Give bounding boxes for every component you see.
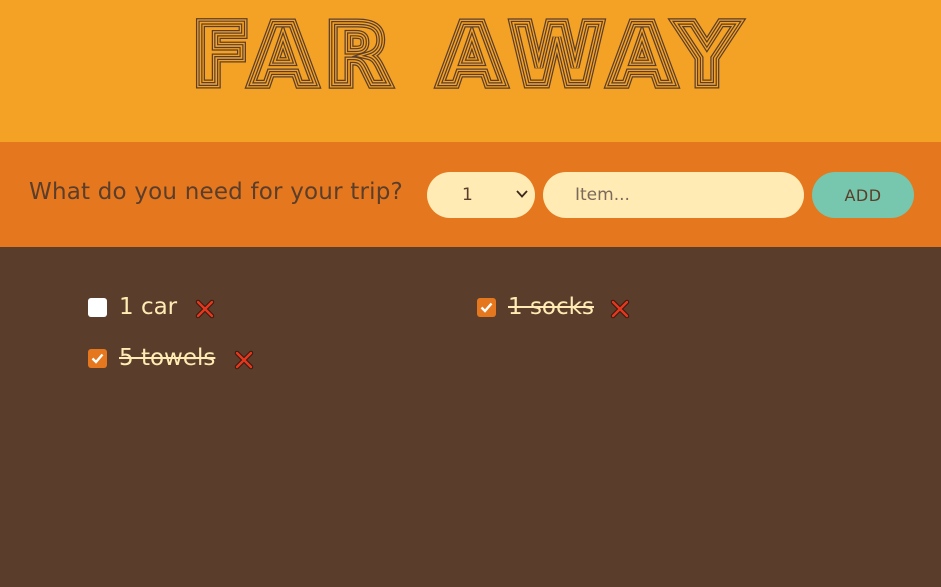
- item-text: 5 towels: [119, 345, 216, 371]
- logo-stripe-inner: FAR AWAY: [193, 6, 748, 104]
- list-item: 1 socks: [477, 294, 637, 321]
- close-icon[interactable]: [195, 299, 215, 319]
- chevron-down-icon: [516, 190, 528, 198]
- list-item: 5 towels: [88, 345, 268, 372]
- packed-checkbox[interactable]: [477, 298, 496, 317]
- item-text: 1 car: [119, 294, 178, 320]
- checkmark-icon: [91, 353, 104, 364]
- item-input[interactable]: [543, 172, 804, 218]
- checkmark-icon: [480, 302, 493, 313]
- item-text: 1 socks: [508, 294, 594, 320]
- logo: FAR AWAY FAR AWAY FAR AWAY FAR AWAY: [188, 2, 748, 109]
- close-icon[interactable]: [234, 350, 254, 370]
- packed-checkbox[interactable]: [88, 349, 107, 368]
- header: FAR AWAY FAR AWAY FAR AWAY FAR AWAY: [0, 0, 941, 142]
- list-item: 1 car: [88, 294, 228, 321]
- quantity-select[interactable]: 1: [427, 172, 535, 218]
- packing-list: 1 car 1 socks 5 towels: [0, 247, 941, 587]
- quantity-selected-value: 1: [462, 185, 473, 205]
- add-button[interactable]: ADD: [812, 172, 914, 218]
- add-item-form: What do you need for your trip? 1 ADD: [0, 142, 941, 247]
- close-icon[interactable]: [610, 299, 630, 319]
- form-question: What do you need for your trip?: [29, 179, 403, 205]
- packed-checkbox[interactable]: [88, 298, 107, 317]
